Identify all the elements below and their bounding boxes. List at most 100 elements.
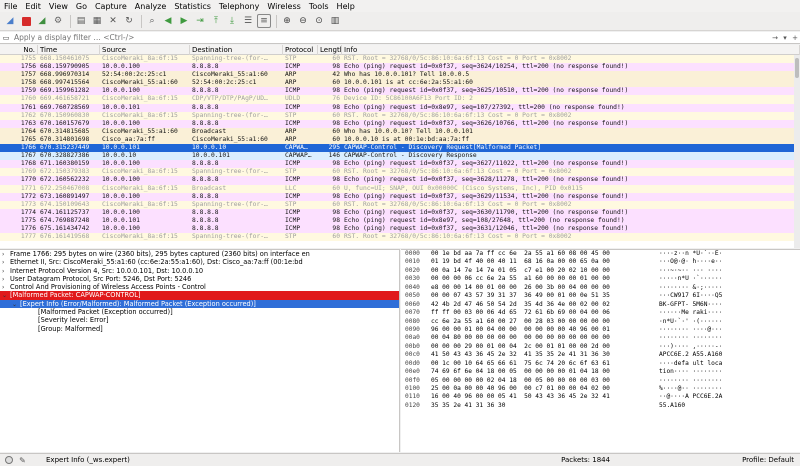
bytes-row[interactable]: 0070 ff ff 00 03 00 06 4d 65 72 61 6b 69 … [401,309,800,317]
detail-tree-item[interactable]: [Malformed Packet (Exception occurred)] [0,308,399,316]
detail-tree-item[interactable]: ⌄ [Expert Info (Error/Malformed): Malform… [0,299,399,309]
first-packet-icon[interactable]: ⤒ [209,14,223,28]
packet-row[interactable]: 1757 668.996970314 52:54:00:2c:25:c1 CiscoM… [0,71,800,80]
close-file-icon[interactable]: ✕ [106,14,120,28]
packet-row[interactable]: 1765 670.314801698 Cisco_aa:7a:ff CiscoMera… [0,135,800,145]
bytes-row[interactable]: 00c0 41 50 43 43 36 45 2e 32 41 35 35 2e … [401,351,800,359]
menu-edit[interactable]: Edit [25,2,41,11]
menu-telephony[interactable]: Telephony [219,2,259,11]
bytes-row[interactable]: 0020 00 0a 14 7e 14 7e 01 05 c7 e1 00 20 … [401,267,800,275]
display-filter-input[interactable] [12,32,770,43]
packet-row[interactable]: 1771 672.250467008 CiscoMeraki_8a:6f:15 Bro… [0,184,800,193]
resize-columns-icon[interactable]: ▥ [328,14,342,28]
autoscroll-icon[interactable]: ☰ [241,14,255,28]
packet-row[interactable]: 1772 673.160891497 10.0.0.100 8.8.8.8 ICMP 98… [0,192,800,201]
detail-tree-item[interactable]: › Ethernet II, Src: CiscoMeraki_55:a1:60 … [0,258,399,266]
menu-statistics[interactable]: Statistics [174,2,211,11]
packet-row[interactable]: 1770 672.160562232 10.0.0.100 8.8.8.8 ICMP 98… [0,176,800,185]
stop-capture-icon[interactable] [19,14,33,28]
bytes-row[interactable]: 0120 35 35 2e 41 31 36 30 55.A160 [401,402,800,410]
packet-row[interactable]: 1760 669.461658721 CiscoMeraki_8a:6f:15 CDP… [0,95,800,104]
capture-options-icon[interactable]: ⚙ [51,14,65,28]
packet-row[interactable]: 1763 670.160157679 10.0.0.100 8.8.8.8 ICMP 98… [0,119,800,128]
menu-file[interactable]: File [4,2,17,11]
detail-tree-item[interactable]: [Group: Malformed] [0,325,399,333]
packet-row[interactable]: 1756 668.159790905 10.0.0.100 8.8.8.8 ICMP 98… [0,63,800,72]
bytes-row[interactable]: 00a0 00 04 80 00 00 00 00 00 00 00 00 00 … [401,334,800,342]
open-file-icon[interactable]: ▤ [74,14,88,28]
tree-expander-icon[interactable]: ⌄ [12,301,20,309]
menu-tools[interactable]: Tools [309,2,329,11]
apply-filter-arrow-icon[interactable]: → [770,32,780,43]
zoom-out-icon[interactable]: ⊖ [296,14,310,28]
packet-row[interactable]: 1773 674.150109643 CiscoMeraki_8a:6f:15 Spa… [0,200,800,209]
bookmark-icon[interactable]: ▭ [0,32,12,43]
filter-dropdown-icon[interactable]: ▾ [780,32,790,43]
packet-row[interactable]: 1762 670.150960830 CiscoMeraki_8a:6f:15 Spa… [0,111,800,120]
menu-wireless[interactable]: Wireless [267,2,300,11]
bytes-row[interactable]: 00d0 00 1c 00 10 64 65 66 61 75 6c 74 20 … [401,360,800,368]
bytes-row[interactable]: 0110 16 00 40 96 00 00 05 41 50 43 43 36 … [401,393,800,401]
bytes-row[interactable]: 0000 00 1e bd aa 7a ff cc 6e 2a 55 a1 60 … [401,250,800,258]
detail-tree-item[interactable]: [Severity level: Error] [0,316,399,324]
go-forward-icon[interactable]: ▶ [177,14,191,28]
detail-tree-item[interactable]: › Internet Protocol Version 4, Src: 10.0.… [0,267,399,275]
restart-capture-icon[interactable]: ◢ [35,14,49,28]
bytes-row[interactable]: 0040 e8 00 00 14 00 01 00 00 26 00 3b 00 … [401,284,800,292]
packet-row[interactable]: 1761 669.760728569 10.0.0.101 8.8.8.8 ICMP 98… [0,103,800,112]
packet-row[interactable]: 1769 672.150379383 CiscoMeraki_8a:6f:15 Spa… [0,168,800,177]
packet-list-scrollbar[interactable] [794,55,800,248]
detail-tree-item[interactable]: › Frame 1766: 295 bytes on wire (2360 bit… [0,250,399,258]
capture-comment-icon[interactable]: ✎ [17,455,28,466]
column-header-source[interactable]: Source [100,45,190,55]
add-filter-button[interactable]: + [790,32,800,43]
detail-tree-item[interactable]: › Control And Provisioning of Wireless Ac… [0,283,399,291]
packet-row[interactable]: 1776 675.161434742 10.0.0.100 8.8.8.8 ICMP 98… [0,224,800,234]
find-packet-icon[interactable]: ⌕ [145,14,159,28]
status-profile[interactable]: Profile: Default [742,456,794,464]
column-header-no[interactable]: No. [0,45,38,55]
packet-row[interactable]: 1766 670.315237449 10.0.0.101 10.0.0.10 CAPW… [0,144,800,153]
bytes-row[interactable]: 0030 00 00 00 06 cc 6e 2a 55 a1 60 00 00 … [401,275,800,283]
bytes-row[interactable]: 00e0 74 69 6f 6e 04 18 00 05 00 00 00 00 … [401,368,800,376]
column-header-info[interactable]: Info [342,45,800,55]
column-header-length[interactable]: Length [318,45,342,55]
bytes-row[interactable]: 0010 01 19 bd 4f 40 00 40 11 68 16 0a 00 … [401,258,800,266]
bytes-row[interactable]: 0060 42 4b 2d 47 46 50 54 2d 35 4d 36 4e … [401,301,800,309]
scrollbar-thumb[interactable] [795,58,799,78]
packet-row[interactable]: 1775 674.769887248 10.0.0.101 8.8.8.8 ICMP 98… [0,216,800,225]
expert-info-circle-icon[interactable] [3,455,14,466]
menu-view[interactable]: View [49,2,68,11]
detail-tree-item[interactable]: › User Datagram Protocol, Src Port: 5246,… [0,275,399,283]
packet-row[interactable]: 1767 670.328827386 10.0.0.10 10.0.0.101 CAPW… [0,152,800,161]
colorize-icon[interactable]: ≡ [257,14,271,28]
detail-tree-item[interactable]: ⌄ [Malformed Packet: CAPWAP-CONTROL] [0,291,399,300]
go-to-packet-icon[interactable]: ⇥ [193,14,207,28]
bytes-row[interactable]: 0100 25 00 0a 00 00 40 96 00 00 c7 01 00 … [401,385,800,393]
menu-help[interactable]: Help [337,2,355,11]
packet-row[interactable]: 1768 671.160380159 10.0.0.100 8.8.8.8 ICMP 98… [0,160,800,169]
column-header-destination[interactable]: Destination [190,45,283,55]
packet-row[interactable]: 1759 669.159961282 10.0.0.100 8.8.8.8 ICMP 98… [0,87,800,96]
bytes-row[interactable]: 00b0 00 00 00 29 00 01 00 04 2c 00 01 01 … [401,343,800,351]
save-file-icon[interactable]: ▦ [90,14,104,28]
reload-file-icon[interactable]: ↻ [122,14,136,28]
packet-row[interactable]: 1774 674.161125737 10.0.0.100 8.8.8.8 ICMP 98… [0,208,800,217]
packet-row[interactable]: 1777 676.161419568 CiscoMeraki_8a:6f:15 Spa… [0,233,800,242]
packet-row[interactable]: 1758 668.997415564 CiscoMeraki_55:a1:60 52:… [0,79,800,88]
column-header-protocol[interactable]: Protocol [283,45,318,55]
column-header-time[interactable]: Time [38,45,100,55]
packet-row[interactable]: 1764 670.314815685 CiscoMeraki_55:a1:60 Bro… [0,127,800,136]
bytes-row[interactable]: 0050 00 00 07 43 57 39 31 37 36 49 00 01 … [401,292,800,300]
packet-row[interactable]: 1755 668.150461075 CiscoMeraki_8a:6f:15 Spa… [0,55,800,64]
bytes-row[interactable]: 00f0 05 00 00 00 00 02 04 18 00 05 00 00 … [401,377,800,385]
zoom-in-icon[interactable]: ⊕ [280,14,294,28]
tree-expander-icon[interactable]: ⌄ [2,292,10,300]
menu-go[interactable]: Go [76,2,87,11]
bytes-row[interactable]: 0080 cc 6e 2a 55 a1 60 00 27 00 28 03 00 … [401,318,800,326]
last-packet-icon[interactable]: ⤓ [225,14,239,28]
go-back-icon[interactable]: ◀ [161,14,175,28]
menu-analyze[interactable]: Analyze [135,2,167,11]
shark-fin-start-icon[interactable]: ◢ [3,14,17,28]
bytes-row[interactable]: 0090 96 00 00 01 00 04 00 00 00 00 00 00 … [401,326,800,334]
